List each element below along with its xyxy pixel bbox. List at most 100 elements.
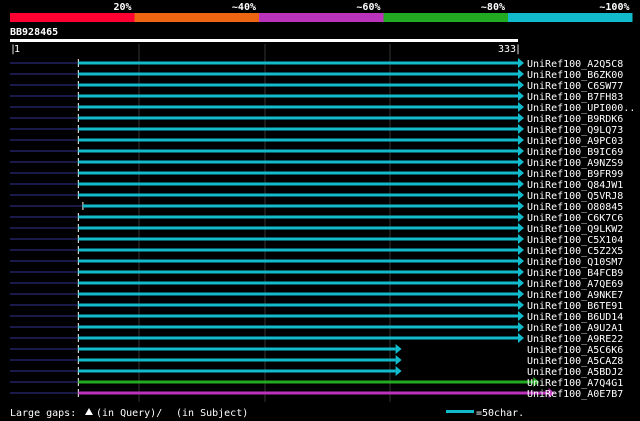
hit-label[interactable]: UniRef100_A5C6K6 xyxy=(527,345,623,356)
hit-row[interactable]: UniRef100_Q10SM7 xyxy=(10,256,623,268)
hit-bar xyxy=(78,149,518,153)
hit-row[interactable]: UniRef100_A0E7B7 xyxy=(10,388,623,400)
hit-arrow-icon xyxy=(395,344,402,354)
hit-label[interactable]: UniRef100_B6ZK00 xyxy=(527,70,623,81)
hit-row[interactable]: UniRef100_B9IC69 xyxy=(10,146,623,158)
hit-bar xyxy=(78,292,518,296)
query-gap-marker-icon xyxy=(85,408,93,415)
hit-label[interactable]: UniRef100_UPI000.. xyxy=(527,103,635,114)
hit-label[interactable]: UniRef100_Q9LQ73 xyxy=(527,125,623,136)
scale-label: =50char. xyxy=(476,408,524,419)
identity-legend-ticks: 20% ~40% ~60% ~80% ~100% xyxy=(113,2,629,13)
hit-row[interactable]: UniRef100_A9NKE7 xyxy=(10,289,623,301)
hit-arrow-icon xyxy=(518,212,524,222)
hit-row[interactable]: UniRef100_A9U2A1 xyxy=(10,322,623,334)
hit-label[interactable]: UniRef100_Q9LKW2 xyxy=(527,224,623,235)
hit-row[interactable]: UniRef100_B9FR99 xyxy=(10,168,623,180)
hit-label[interactable]: UniRef100_A9NZS9 xyxy=(527,158,623,169)
hit-row[interactable]: UniRef100_A5CAZ8 xyxy=(10,355,623,367)
legend-segment-2 xyxy=(134,13,259,22)
hit-label[interactable]: UniRef100_A5CAZ8 xyxy=(527,356,623,367)
hit-row[interactable]: UniRef100_B9RDK6 xyxy=(10,113,623,125)
hit-label[interactable]: UniRef100_A5BDJ2 xyxy=(527,367,623,378)
hit-label[interactable]: UniRef100_B6UD14 xyxy=(527,312,623,323)
hit-row[interactable]: UniRef100_C6SW77 xyxy=(10,80,623,92)
hit-label[interactable]: UniRef100_O80845 xyxy=(527,202,623,213)
legend-tick-label: ~80% xyxy=(481,2,505,13)
hit-label[interactable]: UniRef100_A9PC03 xyxy=(527,136,623,147)
hit-arrow-icon xyxy=(518,135,524,145)
hit-bar xyxy=(78,259,518,263)
hit-label[interactable]: UniRef100_A0E7B7 xyxy=(527,389,623,400)
hit-bar xyxy=(78,237,518,241)
hit-row[interactable]: UniRef100_Q5VRJ8 xyxy=(10,190,623,202)
hit-bar xyxy=(78,127,518,131)
hit-arrow-icon xyxy=(518,278,524,288)
hit-row[interactable]: UniRef100_A7QE69 xyxy=(10,278,623,290)
hit-label[interactable]: UniRef100_B9IC69 xyxy=(527,147,623,158)
query-gap-label: (in Query)/ xyxy=(96,408,162,419)
hit-row[interactable]: UniRef100_B6ZK00 xyxy=(10,69,623,81)
hit-label[interactable]: UniRef100_A9U2A1 xyxy=(527,323,623,334)
hit-label[interactable]: UniRef100_C5Z2X5 xyxy=(527,246,623,257)
legend-segment-3 xyxy=(259,13,384,22)
hit-row[interactable]: UniRef100_O80845 xyxy=(10,201,623,213)
legend-tick-label: ~60% xyxy=(356,2,380,13)
hit-bar xyxy=(78,336,518,340)
hit-label[interactable]: UniRef100_A2Q5C8 xyxy=(527,59,623,70)
hit-label[interactable]: UniRef100_B4FCB9 xyxy=(527,268,623,279)
hit-row[interactable]: UniRef100_A5BDJ2 xyxy=(10,366,623,378)
hit-row[interactable]: UniRef100_UPI000.. xyxy=(10,102,635,114)
hit-arrow-icon xyxy=(518,69,524,79)
hit-label[interactable]: UniRef100_B6TE91 xyxy=(527,301,623,312)
hit-arrow-icon xyxy=(395,355,402,365)
query-name: BB928465 xyxy=(10,27,58,38)
hit-row[interactable]: UniRef100_C6K7C6 xyxy=(10,212,623,224)
hit-row[interactable]: UniRef100_A9PC03 xyxy=(10,135,623,147)
hit-bar xyxy=(78,281,518,285)
hit-label[interactable]: UniRef100_B9RDK6 xyxy=(527,114,623,125)
hit-row[interactable]: UniRef100_A9RE22 xyxy=(10,333,623,345)
hit-bar xyxy=(78,94,518,98)
hit-row[interactable]: UniRef100_A5C6K6 xyxy=(10,344,623,356)
hit-label[interactable]: UniRef100_Q10SM7 xyxy=(527,257,623,268)
hit-row[interactable]: UniRef100_C5Z2X5 xyxy=(10,245,623,257)
hit-bar xyxy=(78,171,518,175)
hit-arrow-icon xyxy=(518,124,524,134)
hit-arrow-icon xyxy=(518,102,524,112)
hit-label[interactable]: UniRef100_A7Q4G1 xyxy=(527,378,623,389)
hit-label[interactable]: UniRef100_A7QE69 xyxy=(527,279,623,290)
hit-arrow-icon xyxy=(518,234,524,244)
legend-segment-4 xyxy=(383,13,508,22)
hit-row[interactable]: UniRef100_Q84JW1 xyxy=(10,179,623,191)
hit-row[interactable]: UniRef100_B4FCB9 xyxy=(10,267,623,279)
hit-label[interactable]: UniRef100_Q5VRJ8 xyxy=(527,191,623,202)
hit-row[interactable]: UniRef100_B6UD14 xyxy=(10,311,623,323)
hit-label[interactable]: UniRef100_Q84JW1 xyxy=(527,180,623,191)
hit-row[interactable]: UniRef100_A9NZS9 xyxy=(10,157,623,169)
hit-row[interactable]: UniRef100_Q9LKW2 xyxy=(10,223,623,235)
hit-arrow-icon xyxy=(518,168,524,178)
hit-row[interactable]: UniRef100_B6TE91 xyxy=(10,300,623,312)
hit-bar xyxy=(78,226,518,230)
hit-row[interactable]: UniRef100_A2Q5C8 xyxy=(10,58,623,70)
hit-label[interactable]: UniRef100_C6SW77 xyxy=(527,81,623,92)
hit-row[interactable]: UniRef100_Q9LQ73 xyxy=(10,124,623,136)
hit-bar xyxy=(82,204,519,208)
hit-arrow-icon xyxy=(518,91,524,101)
legend-segment-1 xyxy=(10,13,135,22)
hit-row[interactable]: UniRef100_C5X104 xyxy=(10,234,623,246)
hit-bar xyxy=(78,105,518,109)
hit-label[interactable]: UniRef100_C6K7C6 xyxy=(527,213,623,224)
hit-label[interactable]: UniRef100_B7FH83 xyxy=(527,92,623,103)
hit-arrow-icon xyxy=(518,300,524,310)
hit-label[interactable]: UniRef100_A9RE22 xyxy=(527,334,623,345)
hit-label[interactable]: UniRef100_C5X104 xyxy=(527,235,623,246)
hit-label[interactable]: UniRef100_A9NKE7 xyxy=(527,290,623,301)
hit-label[interactable]: UniRef100_B9FR99 xyxy=(527,169,623,180)
hit-row[interactable]: UniRef100_A7Q4G1 xyxy=(10,377,623,389)
hit-row[interactable]: UniRef100_B7FH83 xyxy=(10,91,623,103)
hit-bar xyxy=(78,369,396,373)
hit-bar xyxy=(78,215,518,219)
hit-bar xyxy=(78,270,518,274)
